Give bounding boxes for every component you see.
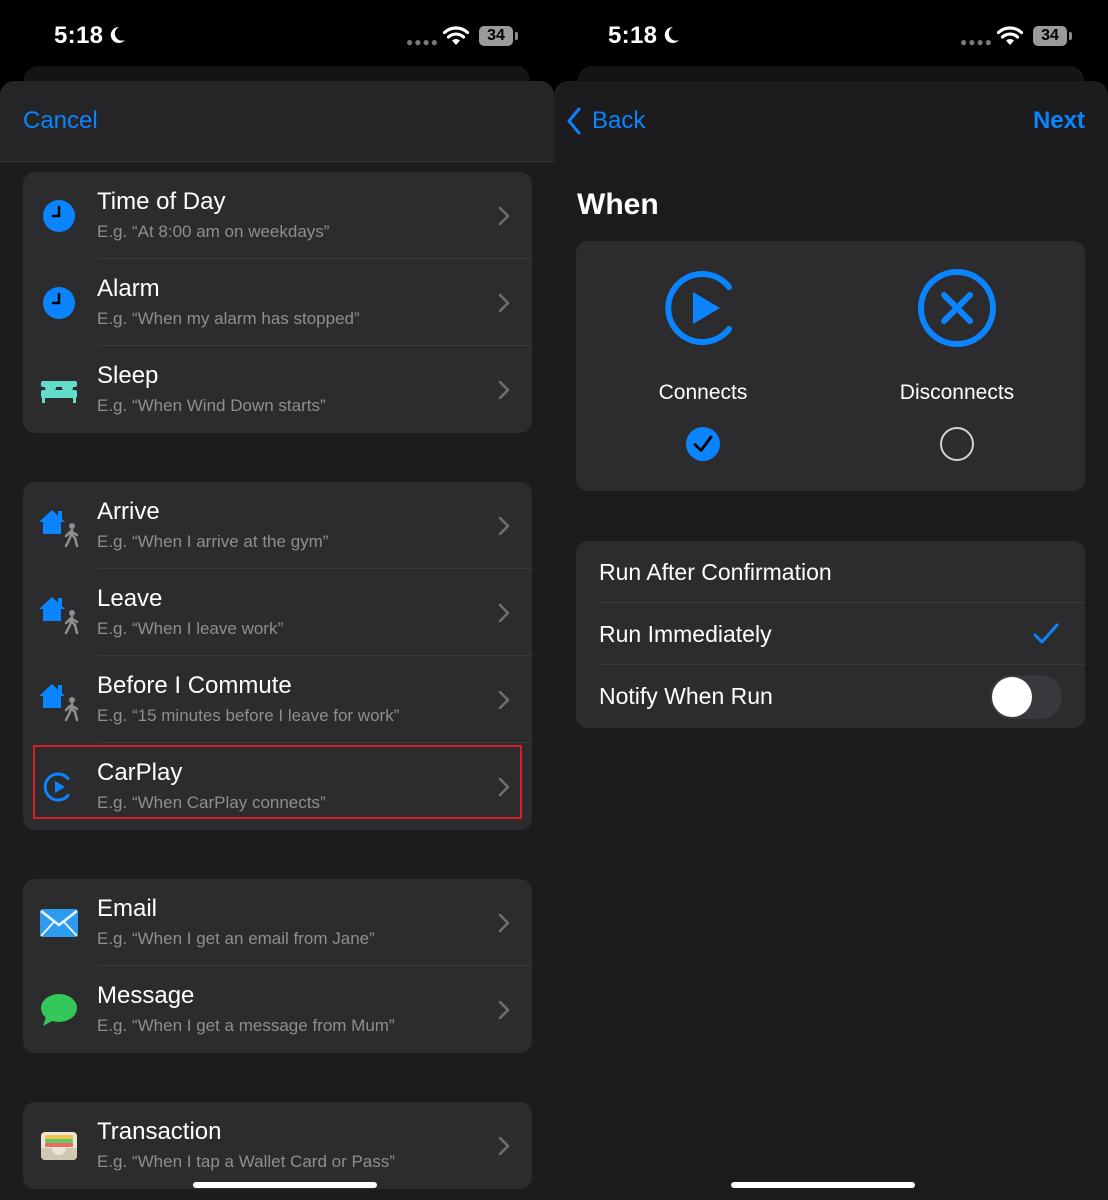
chevron-right-icon [498,690,510,710]
row-notify-when-run: Notify When Run [576,665,1085,727]
notify-toggle[interactable] [990,675,1062,719]
wifi-icon [996,26,1024,45]
clock-icon [37,194,81,238]
run-settings-card: Run After Confirmation Run Immediately N… [576,541,1085,728]
row-subtitle: E.g. “When I leave work” [97,619,284,638]
signal-icon: ●●●● [406,35,439,49]
group-wallet: Transaction E.g. “When I tap a Wallet Ca… [23,1102,532,1189]
moon-icon [110,26,125,43]
row-before-commute[interactable]: Before I Commute E.g. “15 minutes before… [23,656,532,743]
clock-icon [37,281,81,325]
mail-icon [37,901,81,945]
option-label: Disconnects [899,381,1015,404]
left-screen: 5:18 ●●●● 34 Cancel Time of Day E.g. “At… [0,0,554,1200]
checkmark-circle-icon[interactable] [685,426,721,462]
nav-bar: Cancel [0,81,554,162]
chevron-right-icon [498,1000,510,1020]
row-subtitle: E.g. “When I tap a Wallet Card or Pass” [97,1152,395,1171]
row-title: Message [97,982,195,1009]
battery-icon: 34 [479,26,513,46]
status-bar: 5:18 ●●●● 34 [554,0,1108,70]
row-time-of-day[interactable]: Time of Day E.g. “At 8:00 am on weekdays… [23,172,532,259]
row-title: Before I Commute [97,672,292,699]
option-label: Connects [658,381,748,404]
right-screen: 5:18 ●●●● 34 Back Next When Connects Dis… [554,0,1108,1200]
back-label: Back [592,107,646,134]
xmark-circle-icon [918,269,996,347]
moon-icon [664,26,679,43]
home-indicator[interactable] [731,1182,915,1188]
row-alarm[interactable]: Alarm E.g. “When my alarm has stopped” [23,259,532,346]
status-time: 5:18 [54,22,104,49]
empty-circle-icon[interactable] [939,426,975,462]
row-title: Sleep [97,362,159,389]
message-icon [37,988,81,1032]
chevron-right-icon [498,603,510,623]
row-label: Notify When Run [599,683,773,709]
option-connects[interactable]: Connects [576,241,830,491]
row-subtitle: E.g. “15 minutes before I leave for work… [97,706,400,725]
carplay-connect-icon [665,271,732,345]
row-label: Run Immediately [599,621,772,647]
chevron-right-icon [498,293,510,313]
row-label: Run After Confirmation [599,559,832,585]
row-title: Transaction [97,1118,222,1145]
row-arrive[interactable]: Arrive E.g. “When I arrive at the gym” [23,482,532,569]
bed-icon [37,368,81,412]
row-subtitle: E.g. “When my alarm has stopped” [97,309,360,328]
back-button[interactable]: Back [566,103,645,139]
row-subtitle: E.g. “When Wind Down starts” [97,396,326,415]
row-sleep[interactable]: Sleep E.g. “When Wind Down starts” [23,346,532,433]
home-indicator[interactable] [193,1182,377,1188]
battery-tip [515,32,518,40]
option-disconnects[interactable]: Disconnects [830,241,1084,491]
row-transaction[interactable]: Transaction E.g. “When I tap a Wallet Ca… [23,1102,532,1189]
chevron-right-icon [498,913,510,933]
carplay-sheet: Back Next When Connects Disconnects Run … [554,81,1108,1200]
signal-icon: ●●●● [960,35,993,49]
next-button[interactable]: Next [1033,107,1085,135]
home-walk-icon [37,504,81,548]
status-bar: 5:18 ●●●● 34 [0,0,554,70]
row-title: Arrive [97,498,160,525]
cancel-button[interactable]: Cancel [23,107,98,135]
wifi-icon [442,26,470,45]
row-leave[interactable]: Leave E.g. “When I leave work” [23,569,532,656]
row-subtitle: E.g. “When I get an email from Jane” [97,929,375,948]
battery-icon: 34 [1033,26,1067,46]
home-walk-icon [37,591,81,635]
group-time: Time of Day E.g. “At 8:00 am on weekdays… [23,172,532,433]
section-title: When [577,188,659,221]
connection-options-card: Connects Disconnects [576,241,1085,491]
carplay-highlight-box [33,745,522,819]
checkmark-icon [1033,623,1059,644]
row-email[interactable]: Email E.g. “When I get an email from Jan… [23,879,532,966]
chevron-right-icon [498,1136,510,1156]
row-subtitle: E.g. “When I arrive at the gym” [97,532,329,551]
group-communication: Email E.g. “When I get an email from Jan… [23,879,532,1053]
row-message[interactable]: Message E.g. “When I get a message from … [23,966,532,1053]
wallet-icon [37,1124,81,1168]
row-subtitle: E.g. “When I get a message from Mum” [97,1016,395,1035]
nav-bar: Back Next [554,81,1108,161]
toggle-knob [992,677,1032,717]
chevron-right-icon [498,206,510,226]
row-run-immediately[interactable]: Run Immediately [576,603,1085,665]
row-run-after-confirmation[interactable]: Run After Confirmation [576,541,1085,603]
status-time: 5:18 [608,22,658,49]
row-title: Time of Day [97,188,226,215]
battery-tip [1069,32,1072,40]
chevron-right-icon [498,380,510,400]
row-subtitle: E.g. “At 8:00 am on weekdays” [97,222,330,241]
chevron-right-icon [498,516,510,536]
row-title: Leave [97,585,163,612]
home-walk-icon [37,678,81,722]
row-title: Alarm [97,275,160,302]
row-title: Email [97,895,158,922]
chevron-left-icon [567,107,581,135]
